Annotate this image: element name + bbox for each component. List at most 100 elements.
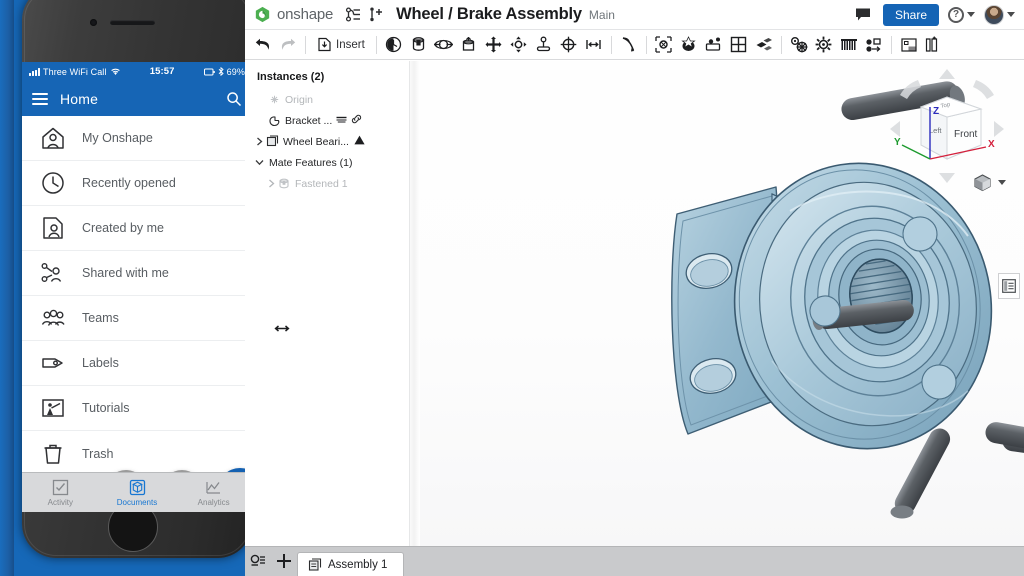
page-title: Wheel / Brake Assembly (396, 5, 582, 24)
wifi-icon (110, 67, 121, 76)
search-tabs-icon[interactable] (245, 546, 271, 576)
origin-icon (267, 95, 281, 104)
onshape-hex-logo[interactable] (254, 6, 271, 23)
sidebar-item-label: Teams (82, 311, 119, 325)
share-button[interactable]: Share (883, 4, 939, 26)
tree-item-origin[interactable]: Origin (245, 89, 409, 110)
insert-label: Insert (336, 39, 365, 51)
horizontal-resize-handle[interactable] (273, 321, 291, 332)
fastened-mate-icon[interactable] (407, 33, 431, 57)
sidebar-item-teams[interactable]: Teams (22, 296, 252, 341)
redo-arrow-icon[interactable] (276, 33, 300, 57)
graphics-viewport[interactable]: Left Front Top Z Y X (420, 61, 1024, 546)
linear-relation-icon[interactable] (862, 33, 886, 57)
tree-item-label: Fastened 1 (295, 178, 348, 190)
fixed-icon (336, 115, 347, 127)
tangent-mate-icon[interactable] (617, 33, 641, 57)
battery-icon (204, 68, 215, 76)
chart-icon (205, 479, 222, 496)
phone-page-title: Home (60, 91, 98, 107)
chevron-right-icon[interactable] (253, 137, 265, 146)
view-style-button[interactable] (973, 173, 1006, 192)
carrier-label: Three WiFi Call (43, 67, 107, 77)
pattern-icon[interactable] (727, 33, 751, 57)
assembly-toolbar: Insert (245, 30, 1024, 60)
gear-mate-relation-icon[interactable] (787, 33, 811, 57)
group-icon[interactable] (652, 33, 676, 57)
warning-triangle-icon[interactable] (354, 135, 365, 148)
view-cube-front-label: Front (954, 129, 978, 140)
axis-z-label: Z (933, 106, 939, 117)
cylindrical-mate-icon[interactable] (507, 33, 531, 57)
sidebar-item-shared-with-me[interactable]: Shared with me (22, 251, 252, 296)
tab-activity[interactable]: Activity (22, 473, 99, 512)
tree-item-fastened-1[interactable]: Fastened 1 (245, 173, 409, 194)
view-cube[interactable]: Left Front Top Z Y X (888, 67, 1006, 185)
slider-mate-icon[interactable] (457, 33, 481, 57)
sidebar-item-label: Recently opened (82, 176, 176, 190)
drawing-icon[interactable] (897, 33, 921, 57)
add-tab-button[interactable] (271, 546, 297, 576)
clock-icon (38, 168, 68, 198)
tutorial-presenter-icon (38, 393, 68, 423)
search-icon[interactable] (226, 91, 242, 107)
sidebar-item-recently-opened[interactable]: Recently opened (22, 161, 252, 206)
comment-bubble-icon[interactable] (852, 4, 874, 26)
link-icon (351, 114, 362, 127)
bom-icon[interactable] (922, 33, 946, 57)
tab-label: Activity (48, 498, 73, 507)
tree-item-bracket[interactable]: Bracket ... (245, 110, 409, 131)
tab-analytics[interactable]: Analytics (175, 473, 252, 512)
axis-x-label: X (988, 139, 995, 150)
document-person-icon (38, 213, 68, 243)
app-top-bar: onshape (245, 0, 1024, 30)
account-chevron-down-icon[interactable] (1007, 12, 1015, 17)
help-chevron-down-icon[interactable] (967, 12, 975, 17)
insert-part-icon (317, 37, 332, 52)
avatar[interactable] (984, 5, 1004, 25)
document-tab-bar: Assembly 1 (245, 546, 1024, 576)
sidebar-item-tutorials[interactable]: Tutorials (22, 386, 252, 431)
mate-features-header[interactable]: Mate Features (1) (245, 152, 409, 173)
home-person-icon (38, 123, 68, 153)
ball-mate-icon[interactable] (557, 33, 581, 57)
rack-pinion-icon[interactable] (837, 33, 861, 57)
tab-documents[interactable]: Documents (99, 473, 176, 512)
version-graph-icon[interactable] (342, 4, 364, 26)
parallel-mate-icon[interactable] (582, 33, 606, 57)
panel-splitter[interactable] (410, 61, 420, 546)
insert-button[interactable]: Insert (311, 33, 371, 57)
sidebar-item-label: Labels (82, 356, 119, 370)
phone-tab-bar: Activity Documents Analytics (22, 472, 252, 512)
explode-icon[interactable] (752, 33, 776, 57)
planar-mate-icon[interactable] (482, 33, 506, 57)
screw-relation-icon[interactable] (812, 33, 836, 57)
tab-assembly-1[interactable]: Assembly 1 (297, 552, 404, 576)
revolute-mate-icon[interactable] (432, 33, 456, 57)
sidebar-item-created-by-me[interactable]: Created by me (22, 206, 252, 251)
panel-toggle-button[interactable] (998, 273, 1020, 299)
sidebar-item-label: Trash (82, 447, 114, 461)
battery-percent-label: 69% (227, 67, 245, 77)
mate-history-icon[interactable] (382, 33, 406, 57)
view-cube-left-label: Left (929, 126, 942, 135)
replicate-icon[interactable] (702, 33, 726, 57)
tree-item-wheel-bearing[interactable]: Wheel Beari... (245, 131, 409, 152)
view-style-chevron-down-icon[interactable] (998, 180, 1006, 185)
create-branch-icon[interactable] (364, 4, 386, 26)
assembly-tab-icon (308, 558, 322, 572)
sidebar-item-my-onshape[interactable]: My Onshape (22, 116, 252, 161)
chevron-right-icon[interactable] (265, 179, 277, 188)
pin-slot-mate-icon[interactable] (532, 33, 556, 57)
chevron-down-icon[interactable] (253, 159, 265, 166)
assembly-feature-tree: Instances (2) Origin Brac (245, 61, 410, 546)
phone-earpiece (110, 20, 155, 25)
mate-connector-icon[interactable] (677, 33, 701, 57)
screen-root: Three WiFi Call 15:57 69% (0, 0, 1024, 576)
help-question-icon[interactable]: ? (948, 7, 964, 23)
sidebar-item-label: Tutorials (82, 401, 129, 415)
branch-label: Main (589, 8, 615, 22)
hamburger-menu-icon[interactable] (32, 93, 48, 105)
undo-arrow-icon[interactable] (251, 33, 275, 57)
sidebar-item-labels[interactable]: Labels (22, 341, 252, 386)
